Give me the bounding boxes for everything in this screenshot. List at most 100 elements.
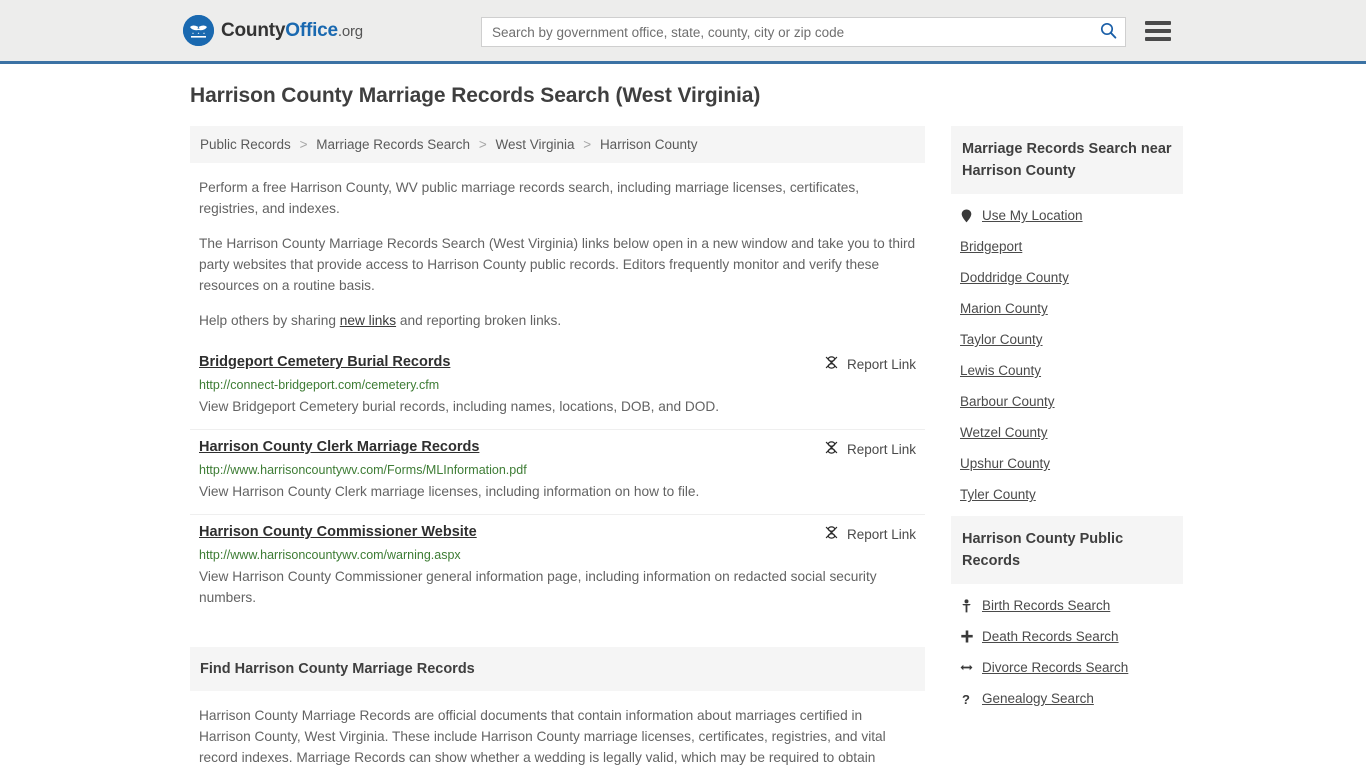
sidebar-item-label[interactable]: Use My Location xyxy=(982,208,1083,223)
cross-icon xyxy=(960,630,973,643)
new-links-link[interactable]: new links xyxy=(340,313,396,328)
resource-description: View Harrison County Clerk marriage lice… xyxy=(199,484,700,499)
sidebar-item-label[interactable]: Barbour County xyxy=(960,394,1055,409)
intro-text: Perform a free Harrison County, WV publi… xyxy=(190,163,925,331)
resource-link-title[interactable]: Harrison County Clerk Marriage Records xyxy=(199,439,479,455)
sidebar-public-records-list: Birth Records Search Death Records Searc… xyxy=(951,584,1183,714)
left-right-arrow-icon xyxy=(960,662,973,673)
hamburger-bar xyxy=(1145,29,1171,33)
find-records-paragraph: Harrison County Marriage Records are off… xyxy=(199,708,886,765)
main-column: Public Records > Marriage Records Search… xyxy=(190,126,925,768)
hamburger-bar xyxy=(1145,21,1171,25)
sidebar-item-tyler-county[interactable]: Tyler County xyxy=(960,479,1183,510)
share-suffix: and reporting broken links. xyxy=(396,313,562,328)
list-item: Harrison County Commissioner Website Rep… xyxy=(190,515,925,620)
resource-link-title[interactable]: Harrison County Commissioner Website xyxy=(199,524,477,540)
resource-links-list: Bridgeport Cemetery Burial Records Repor… xyxy=(190,345,925,620)
breadcrumb-item-harrison-county[interactable]: Harrison County xyxy=(600,137,698,152)
logo-text-county: County xyxy=(221,19,286,41)
sidebar-item-doddridge-county[interactable]: Doddridge County xyxy=(960,262,1183,293)
report-link-button[interactable]: Report Link xyxy=(824,440,916,458)
search-button[interactable] xyxy=(1091,18,1125,46)
breadcrumb-separator: > xyxy=(583,137,592,152)
search-input[interactable] xyxy=(482,18,1091,46)
sidebar-item-death-records-search[interactable]: Death Records Search xyxy=(960,621,1183,652)
link-row: Harrison County Commissioner Website Rep… xyxy=(199,524,916,543)
logo-text-org: .org xyxy=(337,22,363,40)
search-icon xyxy=(1100,22,1117,42)
find-records-heading: Find Harrison County Marriage Records xyxy=(190,647,925,691)
sidebar: Marriage Records Search near Harrison Co… xyxy=(951,126,1183,720)
sidebar-item-lewis-county[interactable]: Lewis County xyxy=(960,355,1183,386)
sidebar-item-divorce-records-search[interactable]: Divorce Records Search xyxy=(960,652,1183,683)
sidebar-item-label[interactable]: Wetzel County xyxy=(960,425,1048,440)
svg-text:?: ? xyxy=(962,692,970,706)
hamburger-menu-icon[interactable] xyxy=(1145,19,1171,43)
sidebar-item-label[interactable]: Death Records Search xyxy=(982,629,1119,644)
list-item: Bridgeport Cemetery Burial Records Repor… xyxy=(190,345,925,430)
report-link-label: Report Link xyxy=(846,356,916,372)
breadcrumb: Public Records > Marriage Records Search… xyxy=(190,126,925,163)
broken-link-icon xyxy=(824,525,839,543)
broken-link-icon xyxy=(824,440,839,458)
share-prefix: Help others by sharing xyxy=(199,313,340,328)
list-item: Harrison County Clerk Marriage Records R… xyxy=(190,430,925,515)
sidebar-item-use-my-location[interactable]: Use My Location xyxy=(960,200,1183,231)
site-header: CountyOffice.org xyxy=(0,0,1366,64)
resource-link-title[interactable]: Bridgeport Cemetery Burial Records xyxy=(199,354,450,370)
link-row: Harrison County Clerk Marriage Records R… xyxy=(199,439,916,458)
link-row: Bridgeport Cemetery Burial Records Repor… xyxy=(199,354,916,373)
sidebar-item-label[interactable]: Bridgeport xyxy=(960,239,1022,254)
search-bar[interactable] xyxy=(481,17,1126,47)
sidebar-item-label[interactable]: Taylor County xyxy=(960,332,1043,347)
sidebar-item-barbour-county[interactable]: Barbour County xyxy=(960,386,1183,417)
site-logo[interactable]: CountyOffice.org xyxy=(183,15,363,46)
breadcrumb-item-west-virginia[interactable]: West Virginia xyxy=(495,137,574,152)
sidebar-public-records-box: Harrison County Public Records Birth Rec… xyxy=(951,516,1183,714)
sidebar-item-label[interactable]: Doddridge County xyxy=(960,270,1069,285)
resource-url: http://connect-bridgeport.com/cemetery.c… xyxy=(199,378,440,392)
page-container: Harrison County Marriage Records Search … xyxy=(183,64,1183,768)
sidebar-nearby-box: Marriage Records Search near Harrison Co… xyxy=(951,126,1183,510)
report-link-label: Report Link xyxy=(846,526,916,542)
sidebar-item-label[interactable]: Genealogy Search xyxy=(982,691,1094,706)
find-records-section: Find Harrison County Marriage Records Ha… xyxy=(190,647,925,768)
site-logo-text: CountyOffice.org xyxy=(221,20,363,42)
page-title: Harrison County Marriage Records Search … xyxy=(190,84,761,107)
sidebar-nearby-list: Use My Location Bridgeport Doddridge Cou… xyxy=(951,194,1183,510)
sidebar-item-label[interactable]: Birth Records Search xyxy=(982,598,1110,613)
sidebar-item-label[interactable]: Divorce Records Search xyxy=(982,660,1128,675)
sidebar-item-bridgeport[interactable]: Bridgeport xyxy=(960,231,1183,262)
sidebar-item-marion-county[interactable]: Marion County xyxy=(960,293,1183,324)
sidebar-item-label[interactable]: Lewis County xyxy=(960,363,1041,378)
breadcrumb-item-marriage-records-search[interactable]: Marriage Records Search xyxy=(316,137,470,152)
report-link-button[interactable]: Report Link xyxy=(824,355,916,373)
breadcrumb-separator: > xyxy=(299,137,308,152)
sidebar-item-birth-records-search[interactable]: Birth Records Search xyxy=(960,590,1183,621)
sidebar-item-upshur-county[interactable]: Upshur County xyxy=(960,448,1183,479)
resource-description: View Bridgeport Cemetery burial records,… xyxy=(199,399,720,414)
sidebar-item-wetzel-county[interactable]: Wetzel County xyxy=(960,417,1183,448)
intro-paragraph-1: Perform a free Harrison County, WV publi… xyxy=(199,180,860,216)
logo-text-office: Office xyxy=(285,19,338,41)
content-columns: Public Records > Marriage Records Search… xyxy=(183,126,1183,768)
sidebar-item-label[interactable]: Upshur County xyxy=(960,456,1050,471)
question-mark-icon: ? xyxy=(960,692,973,706)
sidebar-public-records-heading: Harrison County Public Records xyxy=(951,516,1183,584)
eagle-shield-logo-icon xyxy=(183,15,214,46)
breadcrumb-item-public-records[interactable]: Public Records xyxy=(200,137,291,152)
breadcrumb-separator: > xyxy=(478,137,487,152)
map-pin-icon xyxy=(960,209,973,223)
sidebar-item-genealogy-search[interactable]: ? Genealogy Search xyxy=(960,683,1183,714)
header-inner: CountyOffice.org xyxy=(183,0,1183,61)
sidebar-item-taylor-county[interactable]: Taylor County xyxy=(960,324,1183,355)
sidebar-item-label[interactable]: Tyler County xyxy=(960,487,1036,502)
sidebar-nearby-heading: Marriage Records Search near Harrison Co… xyxy=(951,126,1183,194)
report-link-button[interactable]: Report Link xyxy=(824,525,916,543)
report-link-label: Report Link xyxy=(846,441,916,457)
baby-icon xyxy=(960,598,973,613)
resource-url: http://www.harrisoncountywv.com/warning.… xyxy=(199,548,461,562)
hamburger-bar xyxy=(1145,37,1171,41)
sidebar-item-label[interactable]: Marion County xyxy=(960,301,1048,316)
resource-url: http://www.harrisoncountywv.com/Forms/ML… xyxy=(199,463,527,477)
